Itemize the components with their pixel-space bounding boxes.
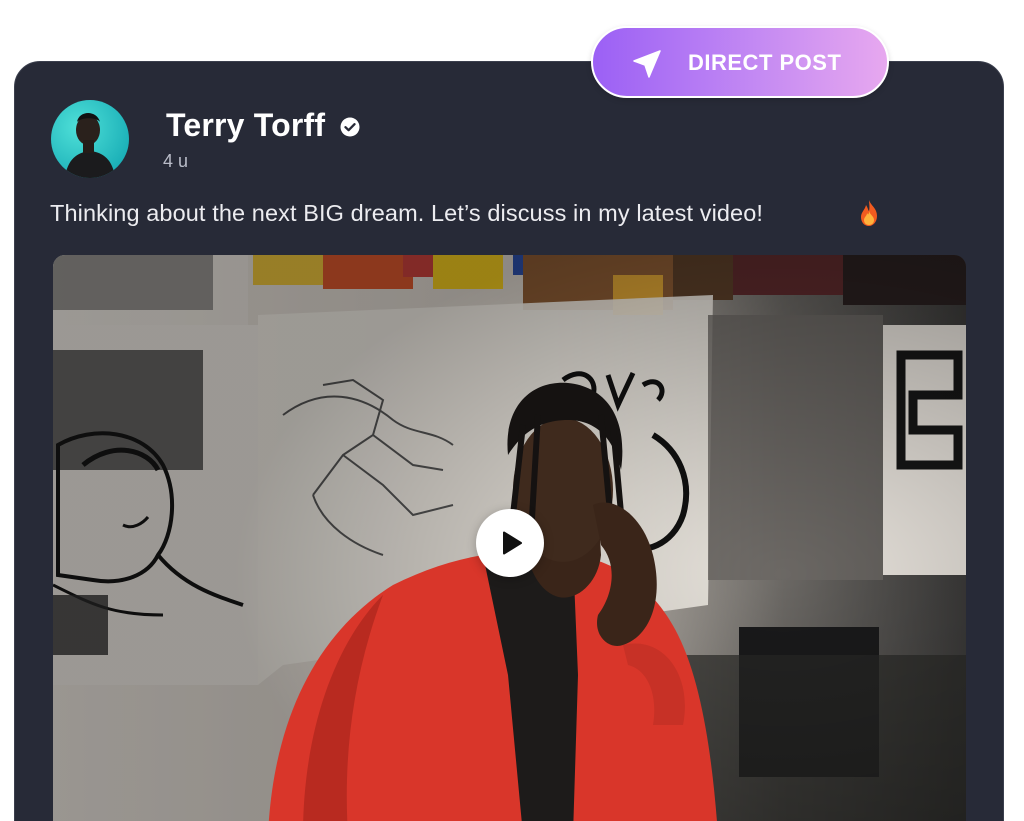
- avatar[interactable]: [51, 100, 129, 178]
- post-text: Thinking about the next BIG dream. Let’s…: [50, 200, 764, 226]
- fire-icon: [861, 200, 877, 226]
- page: DIRECT POST Terry Torff 4 u Thinking abo…: [0, 0, 1024, 821]
- avatar-image: [51, 100, 129, 178]
- play-button[interactable]: [476, 509, 544, 577]
- send-icon: [633, 50, 661, 78]
- author-name[interactable]: Terry Torff: [166, 107, 325, 144]
- play-icon: [503, 531, 522, 555]
- direct-post-label: DIRECT POST: [688, 50, 842, 75]
- verified-check-icon: [340, 117, 360, 137]
- direct-post-button[interactable]: DIRECT POST: [591, 26, 889, 98]
- post-timestamp: 4 u: [163, 151, 189, 171]
